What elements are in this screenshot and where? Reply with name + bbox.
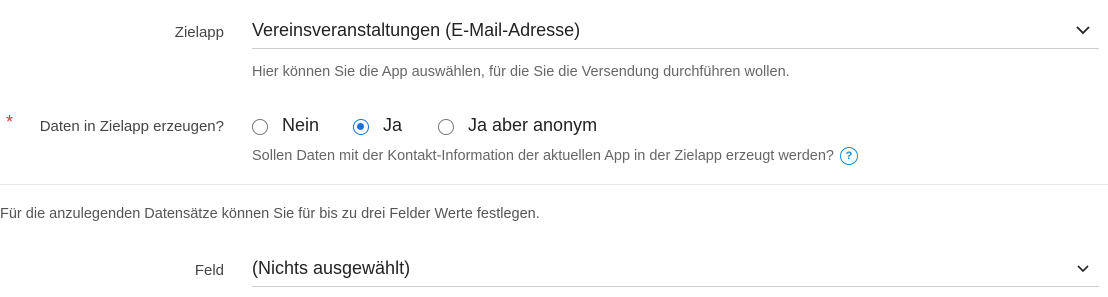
section-divider: [0, 184, 1108, 185]
target-app-help: Hier können Sie die App auswählen, für d…: [252, 64, 790, 80]
radio-nein-label: Nein: [282, 115, 320, 135]
create-data-help-text: Sollen Daten mit der Kontakt-Information…: [252, 147, 834, 164]
field-label: Feld: [194, 262, 224, 279]
required-marker: *: [6, 112, 14, 132]
create-data-label: Daten in Zielapp erzeugen?: [39, 118, 224, 135]
target-app-label: Zielapp: [174, 24, 224, 41]
chevron-down-icon: [1076, 26, 1090, 35]
target-app-value: Vereinsveranstaltungen (E-Mail-Adresse): [252, 20, 581, 40]
help-circle-icon[interactable]: ?: [839, 147, 858, 165]
create-data-help: Sollen Daten mit der Kontakt-Information…: [252, 147, 858, 165]
field-select[interactable]: (Nichts ausgewählt): [252, 254, 1099, 287]
fields-note: Für die anzulegenden Datensätze können S…: [0, 206, 540, 222]
radio-ja-aber-anonym-circle[interactable]: [438, 119, 454, 135]
radio-ja-circle[interactable]: [353, 119, 369, 135]
radio-ja-label: Ja: [383, 115, 403, 135]
target-app-select[interactable]: Vereinsveranstaltungen (E-Mail-Adresse): [252, 16, 1099, 49]
chevron-down-icon: [1077, 265, 1089, 273]
radio-ja-aber-anonym-label: Ja aber anonym: [468, 115, 598, 135]
radio-nein-circle[interactable]: [252, 119, 268, 135]
field-value: (Nichts ausgewählt): [252, 258, 411, 278]
